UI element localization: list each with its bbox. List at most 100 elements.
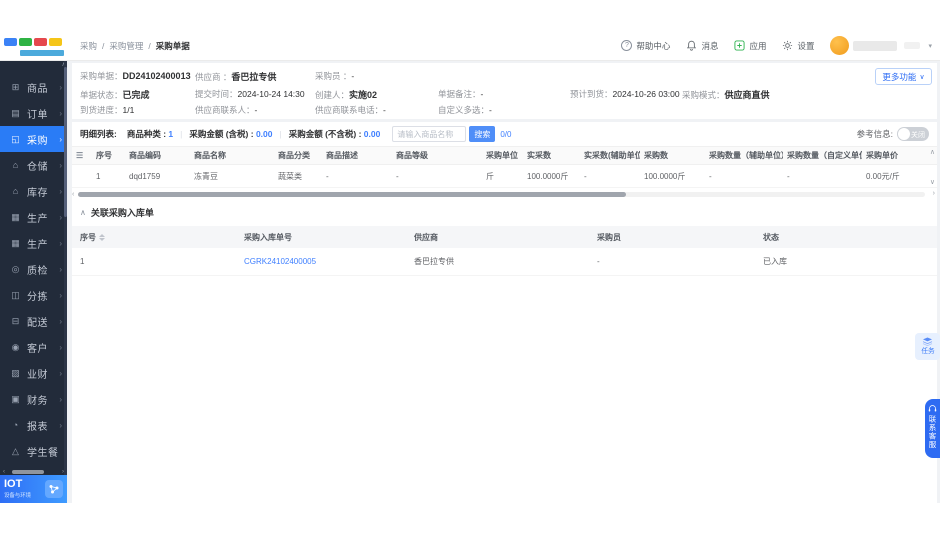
expected-arrival-label: 预计到货： [570, 89, 613, 99]
chevron-right-icon: › [59, 368, 62, 378]
table-settings-icon[interactable]: ☰ [76, 151, 83, 160]
submit-time-value: 2024-10-24 14:30 [237, 89, 305, 99]
sidebar-item-quality[interactable]: ◎ 质检 › [0, 256, 67, 282]
chevron-right-icon: › [59, 342, 62, 352]
sidebar-item-student-meal[interactable]: △ 学生餐 [0, 438, 67, 464]
sidebar-item-production[interactable]: ▦ 生产 › [0, 204, 67, 230]
breadcrumb-separator: / [148, 40, 151, 51]
scroll-left-icon[interactable]: ‹ [0, 469, 8, 475]
items-table-row[interactable]: 1 dqd1759 冻青豆 蔬菜类 - - 斤 100.0000斤 - 100.… [72, 165, 937, 188]
table-scroll-up-icon[interactable]: ∧ [930, 148, 935, 156]
hscrollbar-thumb[interactable] [78, 191, 626, 197]
breadcrumb-purchase[interactable]: 采购 [80, 40, 97, 52]
settings-button[interactable]: 设置 [782, 40, 814, 52]
search-button[interactable]: 搜索 [469, 126, 496, 142]
inbound-order-link[interactable]: CGRK24102400005 [244, 257, 316, 266]
help-center-button[interactable]: ? 帮助中心 [621, 40, 670, 52]
settings-label: 设置 [797, 40, 815, 51]
sidebar-item-goods[interactable]: ⊞ 商品 › [0, 74, 67, 100]
sidebar-item-delivery[interactable]: ⊟ 配送 › [0, 308, 67, 334]
sidebar-item-inventory[interactable]: ⌂ 库存 › [0, 178, 67, 204]
student-meal-icon: △ [12, 445, 19, 456]
cell-inbound-buyer: - [597, 257, 600, 266]
custom-multi-label: 自定义多选： [438, 105, 490, 115]
items-table: ☰ 序号 商品编码 商品名称 商品分类 商品描述 商品等级 采购单位 实采数 实… [72, 146, 937, 188]
supplier-phone-label: 供应商联系电话： [315, 105, 384, 115]
sidebar-item-customer[interactable]: ◉ 客户 › [0, 334, 67, 360]
col-purchase-qty-custom: 采购数量（自定义单位） [787, 151, 862, 160]
help-center-label: 帮助中心 [636, 40, 671, 51]
sidebar-item-production-2[interactable]: ▦ 生产 › [0, 230, 67, 256]
search-result-counter: 0/0 [500, 129, 512, 139]
sidebar-item-reports[interactable]: ◔ 报表 › [0, 412, 67, 438]
cell-purchase-qty-aux: - [709, 171, 712, 181]
sidebar-hscrollbar: ‹ › [0, 468, 67, 475]
doc-status-label: 单据状态： [80, 90, 123, 100]
user-menu[interactable]: ▾ [830, 36, 932, 55]
sidebar-item-warehouse[interactable]: ⌂ 仓储 › [0, 152, 67, 178]
supplier-contact-value: - [254, 105, 258, 115]
top-bar: 采购 / 采购管理 / 采购单据 ? 帮助中心 消息 应用 设置 ▾ [0, 30, 940, 61]
col-inbound-supplier: 供应商 [414, 232, 438, 242]
chevron-right-icon: › [59, 82, 62, 92]
items-table-header: ☰ 序号 商品编码 商品名称 商品分类 商品描述 商品等级 采购单位 实采数 实… [72, 146, 937, 165]
linked-inbound-title: 关联采购入库单 [90, 208, 154, 218]
sidebar-item-orders[interactable]: ▤ 订单 › [0, 100, 67, 126]
detail-list-title: 明细列表: [80, 129, 117, 139]
bell-icon [687, 40, 697, 51]
sidebar-item-business-finance[interactable]: ▨ 业财 › [0, 360, 67, 386]
apps-button[interactable]: 应用 [734, 40, 766, 52]
logo-block-green [19, 38, 32, 46]
goods-icon: ⊞ [11, 81, 20, 92]
reference-info-toggle[interactable]: 关闭 [897, 127, 929, 141]
doc-number-label: 采购单据： [80, 71, 123, 81]
reference-info-label: 参考信息: [856, 129, 893, 139]
purchase-mode-value: 供应商直供 [724, 90, 770, 100]
iot-banner[interactable]: IOT 设备与环境 [0, 475, 67, 503]
production-icon: ▦ [11, 237, 20, 248]
sidebar-item-finance[interactable]: ▣ 财务 › [0, 386, 67, 412]
sidebar-item-purchase[interactable]: ◱ 采购 › [0, 126, 67, 152]
arrival-progress-label: 到货进度： [80, 105, 123, 115]
chevron-right-icon: › [59, 186, 62, 196]
sidebar-hscrollbar-thumb[interactable] [12, 469, 44, 474]
col-seq: 序号 [96, 151, 112, 160]
cell-description: - [326, 171, 329, 181]
production-icon: ▦ [11, 211, 20, 222]
sidebar: ⊞ 商品 › ▤ 订单 › ◱ 采购 › ⌂ 仓储 › ⌂ 库存 › ▦ 生产 › ▦ 生产 › ◎ 质检 › … [0, 61, 67, 503]
orders-icon: ▤ [11, 107, 20, 118]
inbound-table-row[interactable]: 1 CGRK24102400005 香巴拉专供 - 已入库 [72, 248, 937, 276]
gear-icon [783, 40, 793, 51]
inbound-table: 序号 采购入库单号 供应商 采购员 状态 1 CGRK24102400005 香… [72, 226, 937, 276]
table-scroll-right-icon[interactable]: › [933, 190, 935, 197]
detail-panel: 明细列表: 商品种类 : 1 | 采购金额 (含税) : 0.00 | 采购金额 (… [72, 122, 937, 503]
creator-value: 实施02 [349, 90, 378, 100]
cell-product-code: dqd1759 [129, 171, 161, 181]
logo-swoosh [20, 50, 64, 56]
avatar [830, 36, 850, 55]
arrival-progress-value: 1/1 [122, 105, 135, 115]
product-search-input[interactable] [392, 126, 467, 142]
chevron-down-icon: ▾ [928, 42, 932, 50]
customer-service-tab[interactable]: 联系客服 [925, 399, 940, 458]
breadcrumb-purchase-mgmt[interactable]: 采购管理 [109, 40, 143, 52]
linked-inbound-section-header[interactable]: ∧ 关联采购入库单 [80, 206, 154, 219]
chevron-right-icon: › [59, 108, 62, 118]
supplier-label: 供应商 ： [195, 72, 232, 82]
more-functions-button[interactable]: 更多功能 ∨ [875, 68, 932, 85]
messages-button[interactable]: 消息 [686, 40, 718, 52]
hscrollbar-track[interactable] [78, 191, 925, 197]
items-table-hscrollbar: ‹ [72, 190, 925, 198]
reference-info-group: 参考信息: 关闭 [857, 127, 929, 141]
purchase-icon: ◱ [11, 133, 20, 144]
task-floating-button[interactable]: 任务 [915, 333, 940, 360]
sort-icon[interactable] [99, 233, 105, 241]
sidebar-item-sorting[interactable]: ◫ 分拣 › [0, 282, 67, 308]
table-scroll-down-icon[interactable]: ∨ [930, 178, 935, 186]
chevron-right-icon: › [59, 134, 62, 144]
breadcrumb: 采购 / 采购管理 / 采购单据 [80, 30, 190, 61]
scroll-right-icon[interactable]: › [59, 469, 67, 475]
inbound-table-header: 序号 采购入库单号 供应商 采购员 状态 [72, 226, 937, 248]
cell-inbound-supplier: 香巴拉专供 [414, 257, 454, 266]
cell-purchase-qty-custom: - [787, 171, 790, 181]
